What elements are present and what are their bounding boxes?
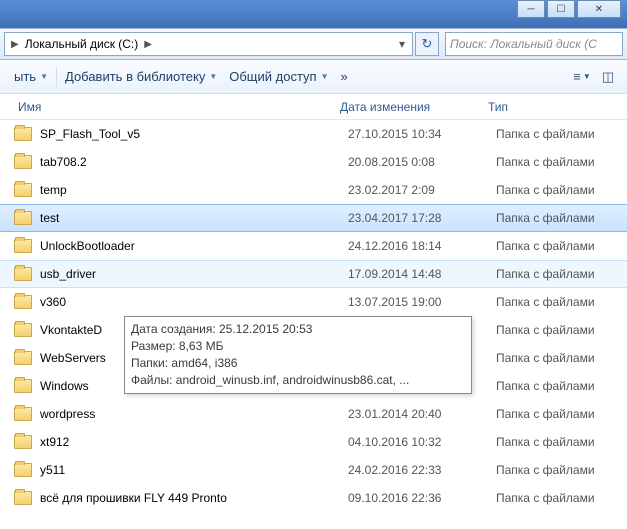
column-header-name[interactable]: Имя — [0, 100, 340, 114]
file-date: 23.02.2017 2:09 — [348, 183, 496, 197]
add-to-library-menu[interactable]: Добавить в библиотеку ▼ — [59, 60, 223, 93]
folder-tooltip: Дата создания: 25.12.2015 20:53 Размер: … — [124, 316, 472, 394]
file-type: Папка с файлами — [496, 351, 627, 365]
window-titlebar: ─ ☐ ✕ — [0, 0, 627, 28]
file-date: 24.02.2016 22:33 — [348, 463, 496, 477]
table-row[interactable]: xt91204.10.2016 10:32Папка с файлами — [0, 428, 627, 456]
search-input[interactable]: Поиск: Локальный диск (C — [445, 32, 623, 56]
file-date: 04.10.2016 10:32 — [348, 435, 496, 449]
folder-icon — [14, 127, 32, 141]
file-date: 23.01.2014 20:40 — [348, 407, 496, 421]
folder-icon — [14, 295, 32, 309]
folder-icon — [14, 211, 32, 225]
chevron-down-icon: ▼ — [321, 72, 329, 81]
file-name: SP_Flash_Tool_v5 — [40, 127, 348, 141]
tooltip-line: Дата создания: 25.12.2015 20:53 — [131, 321, 465, 338]
file-name: test — [40, 211, 348, 225]
close-button[interactable]: ✕ — [577, 0, 621, 18]
file-type: Папка с файлами — [496, 491, 627, 505]
chevron-right-icon[interactable]: ▶ — [140, 39, 156, 50]
folder-icon — [14, 491, 32, 505]
folder-icon — [14, 351, 32, 365]
file-type: Папка с файлами — [496, 323, 627, 337]
file-type: Папка с файлами — [496, 127, 627, 141]
file-name: y511 — [40, 463, 348, 477]
file-type: Папка с файлами — [496, 183, 627, 197]
panel-icon: ◫ — [602, 69, 614, 85]
file-type: Папка с файлами — [496, 155, 627, 169]
maximize-button[interactable]: ☐ — [547, 0, 575, 18]
folder-icon — [14, 267, 32, 281]
file-type: Папка с файлами — [496, 407, 627, 421]
table-row[interactable]: всё для прошивки FLY 449 Pronto09.10.201… — [0, 484, 627, 512]
table-row[interactable]: v36013.07.2015 19:00Папка с файлами — [0, 288, 627, 316]
organize-menu[interactable]: ыть ▼ — [8, 60, 54, 93]
folder-icon — [14, 155, 32, 169]
share-menu[interactable]: Общий доступ ▼ — [223, 60, 334, 93]
tooltip-line: Папки: amd64, i386 — [131, 355, 465, 372]
column-header-type[interactable]: Тип — [488, 100, 627, 114]
file-type: Папка с файлами — [496, 463, 627, 477]
chevron-down-icon: ▼ — [583, 72, 591, 81]
file-date: 09.10.2016 22:36 — [348, 491, 496, 505]
file-name: xt912 — [40, 435, 348, 449]
table-row[interactable]: temp23.02.2017 2:09Папка с файлами — [0, 176, 627, 204]
overflow-menu[interactable]: » — [335, 60, 354, 93]
chevron-down-icon: ▼ — [40, 72, 48, 81]
column-headers: Имя Дата изменения Тип — [0, 94, 627, 120]
folder-icon — [14, 323, 32, 337]
folder-icon — [14, 379, 32, 393]
file-type: Папка с файлами — [496, 295, 627, 309]
breadcrumb-segment[interactable]: Локальный диск (C:) — [23, 37, 141, 51]
view-options-button[interactable]: ≡▼ — [571, 66, 593, 88]
file-name: v360 — [40, 295, 348, 309]
list-icon: ≡ — [573, 69, 581, 84]
file-name: UnlockBootloader — [40, 239, 348, 253]
folder-icon — [14, 183, 32, 197]
chevron-down-icon[interactable]: ▾ — [394, 33, 410, 55]
tooltip-line: Размер: 8,63 МБ — [131, 338, 465, 355]
chevron-right-icon[interactable]: ▶ — [7, 39, 23, 50]
breadcrumb[interactable]: ▶ Локальный диск (C:) ▶ ▾ — [4, 32, 413, 56]
folder-icon — [14, 435, 32, 449]
file-name: wordpress — [40, 407, 348, 421]
address-bar: ▶ Локальный диск (C:) ▶ ▾ ↻ Поиск: Локал… — [0, 28, 627, 60]
command-bar: ыть ▼ Добавить в библиотеку ▼ Общий дост… — [0, 60, 627, 94]
separator — [56, 67, 57, 87]
file-date: 20.08.2015 0:08 — [348, 155, 496, 169]
table-row[interactable]: usb_driver17.09.2014 14:48Папка с файлам… — [0, 260, 627, 288]
table-row[interactable]: SP_Flash_Tool_v527.10.2015 10:34Папка с … — [0, 120, 627, 148]
file-type: Папка с файлами — [496, 239, 627, 253]
table-row[interactable]: tab708.220.08.2015 0:08Папка с файлами — [0, 148, 627, 176]
folder-icon — [14, 463, 32, 477]
file-type: Папка с файлами — [496, 211, 627, 225]
file-date: 17.09.2014 14:48 — [348, 267, 496, 281]
file-type: Папка с файлами — [496, 267, 627, 281]
column-header-date[interactable]: Дата изменения — [340, 100, 488, 114]
table-row[interactable]: y51124.02.2016 22:33Папка с файлами — [0, 456, 627, 484]
file-name: usb_driver — [40, 267, 348, 281]
file-date: 23.04.2017 17:28 — [348, 211, 496, 225]
file-date: 13.07.2015 19:00 — [348, 295, 496, 309]
file-name: всё для прошивки FLY 449 Pronto — [40, 491, 348, 505]
file-date: 27.10.2015 10:34 — [348, 127, 496, 141]
refresh-button[interactable]: ↻ — [415, 32, 439, 56]
minimize-button[interactable]: ─ — [517, 0, 545, 18]
file-type: Папка с файлами — [496, 379, 627, 393]
table-row[interactable]: test23.04.2017 17:28Папка с файлами — [0, 204, 627, 232]
table-row[interactable]: wordpress23.01.2014 20:40Папка с файлами — [0, 400, 627, 428]
chevron-down-icon: ▼ — [209, 72, 217, 81]
file-name: temp — [40, 183, 348, 197]
folder-icon — [14, 407, 32, 421]
folder-icon — [14, 239, 32, 253]
file-date: 24.12.2016 18:14 — [348, 239, 496, 253]
search-placeholder: Поиск: Локальный диск (C — [450, 37, 597, 51]
file-list-area: Имя Дата изменения Тип SP_Flash_Tool_v52… — [0, 94, 627, 529]
file-type: Папка с файлами — [496, 435, 627, 449]
preview-pane-button[interactable]: ◫ — [597, 66, 619, 88]
table-row[interactable]: UnlockBootloader24.12.2016 18:14Папка с … — [0, 232, 627, 260]
file-name: tab708.2 — [40, 155, 348, 169]
tooltip-line: Файлы: android_winusb.inf, androidwinusb… — [131, 372, 465, 389]
